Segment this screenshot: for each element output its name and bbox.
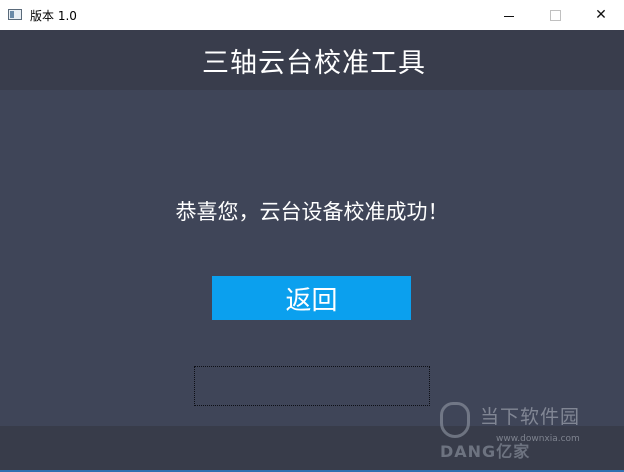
maximize-button[interactable] bbox=[532, 0, 578, 30]
status-output-box bbox=[194, 366, 430, 406]
window-titlebar: 版本 1.0 ✕ bbox=[0, 0, 624, 30]
footer-bar bbox=[0, 426, 624, 472]
page-title: 三轴云台校准工具 bbox=[202, 47, 426, 79]
minimize-icon bbox=[504, 15, 514, 17]
header-bar: 三轴云台校准工具 bbox=[0, 30, 624, 90]
back-button[interactable]: 返回 bbox=[212, 276, 411, 320]
close-icon: ✕ bbox=[595, 7, 607, 23]
success-message: 恭喜您，云台设备校准成功！ bbox=[175, 200, 449, 224]
close-button[interactable]: ✕ bbox=[578, 0, 624, 30]
maximize-icon bbox=[549, 9, 561, 21]
window-title: 版本 1.0 bbox=[30, 9, 77, 23]
app-window-icon bbox=[8, 9, 22, 20]
minimize-button[interactable] bbox=[486, 0, 532, 30]
watermark-site-name: 当下软件园 bbox=[480, 406, 581, 428]
